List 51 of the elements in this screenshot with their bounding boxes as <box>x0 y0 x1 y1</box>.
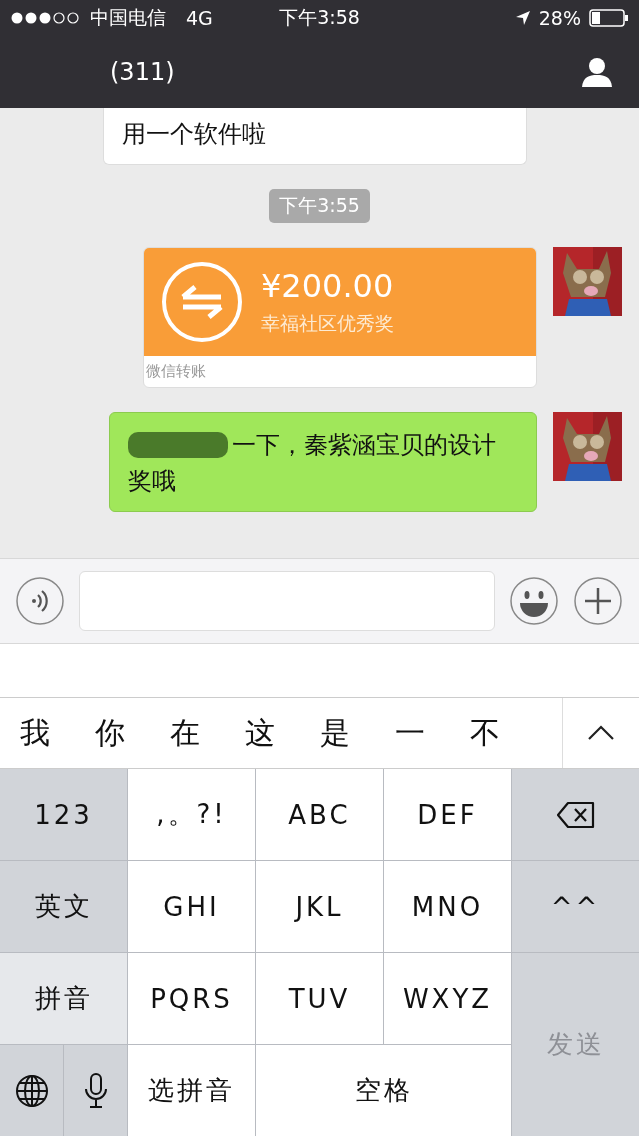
candidate-word[interactable]: 这 <box>245 712 320 754</box>
transfer-note: 幸福社区优秀奖 <box>261 311 394 336</box>
letter-key[interactable]: JKL <box>256 861 383 952</box>
letter-key[interactable]: TUV <box>256 953 383 1044</box>
transfer-amount: ¥200.00 <box>261 267 394 305</box>
letter-key[interactable]: MNO <box>384 861 511 952</box>
timestamp: 下午3:55 <box>269 189 370 223</box>
function-key[interactable]: 英文 <box>0 861 127 952</box>
chat-title: (311) <box>110 58 175 86</box>
letter-key[interactable]: WXYZ <box>384 953 511 1044</box>
letter-key[interactable]: ABC <box>256 769 383 860</box>
candidate-word[interactable]: 不 <box>470 712 545 754</box>
message-text: 奖哦 <box>128 466 177 497</box>
location-icon <box>514 10 531 26</box>
person-icon[interactable] <box>581 57 613 87</box>
letter-key[interactable]: PQRS <box>128 953 255 1044</box>
candidate-word[interactable]: 你 <box>95 712 170 754</box>
battery-percent: 28% <box>538 7 581 29</box>
plus-icon[interactable] <box>573 576 623 626</box>
function-key[interactable]: 123 <box>0 769 127 860</box>
function-key[interactable]: ^^ <box>512 861 639 952</box>
letter-key[interactable]: GHI <box>128 861 255 952</box>
emoji-icon[interactable] <box>509 576 559 626</box>
carrier-name: 中国电信 <box>90 5 166 30</box>
mode-key[interactable]: 拼音 <box>0 953 127 1044</box>
space-key[interactable]: 空格 <box>256 1045 511 1136</box>
battery-icon <box>589 9 629 27</box>
message-text: 用一个软件啦 <box>122 119 267 150</box>
candidate-word[interactable]: 我 <box>20 712 95 754</box>
message-bubble[interactable]: 用一个软件啦 <box>103 108 527 165</box>
transfer-icon <box>161 261 243 343</box>
message-input[interactable] <box>79 571 495 631</box>
candidate-word[interactable]: 在 <box>170 712 245 754</box>
signal-icon <box>10 11 82 25</box>
message-text: 一下，秦紫涵宝贝的设计 <box>232 430 496 461</box>
transfer-label: 微信转账 <box>145 361 207 382</box>
candidate-word[interactable]: 一 <box>395 712 470 754</box>
key[interactable] <box>0 1045 63 1136</box>
backspace-icon <box>555 800 596 829</box>
globe-icon <box>14 1073 49 1108</box>
key[interactable] <box>64 1045 127 1136</box>
letter-key[interactable]: ,。?! <box>128 769 255 860</box>
candidate-word[interactable]: 是 <box>320 712 395 754</box>
letter-key[interactable]: 选拼音 <box>128 1045 255 1136</box>
voice-icon[interactable] <box>15 576 65 626</box>
status-time: 下午3:58 <box>279 5 360 30</box>
network-type: 4G <box>186 7 213 29</box>
microphone-icon <box>83 1072 108 1109</box>
message-bubble[interactable]: 一下，秦紫涵宝贝的设计 奖哦 <box>109 412 537 512</box>
key[interactable] <box>512 769 639 860</box>
letter-key[interactable]: DEF <box>384 769 511 860</box>
